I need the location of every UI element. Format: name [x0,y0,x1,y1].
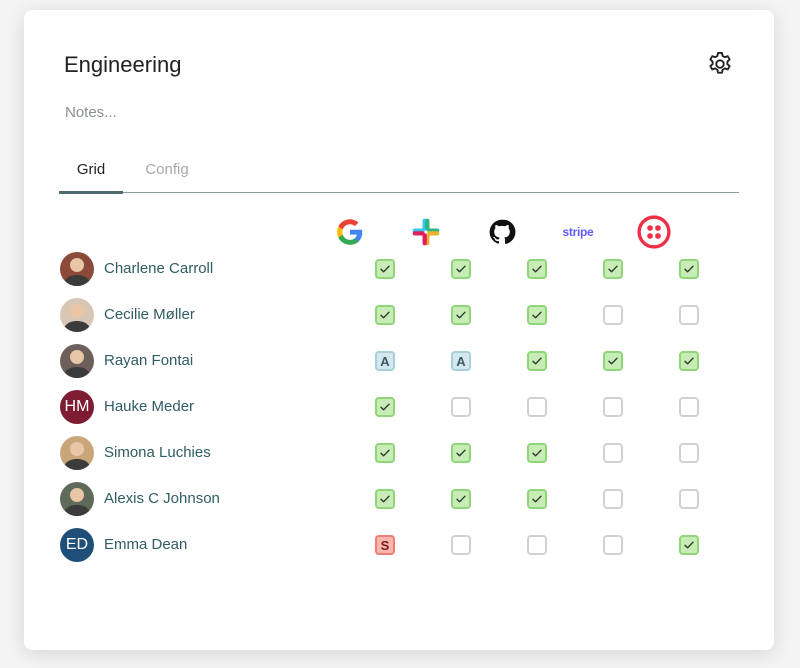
notes-field[interactable]: Notes... [65,104,117,121]
team-title: Engineering [64,52,182,77]
avatar-photo-icon [63,488,91,516]
access-checkbox-checked[interactable] [679,351,699,371]
avatar-photo-icon [63,304,91,332]
user-row: Simona Luchies [60,436,720,476]
avatar [60,252,94,286]
access-checkbox-checked[interactable] [527,443,547,463]
access-checkbox-checked[interactable] [603,351,623,371]
avatar: HM [60,390,94,424]
user-row: HM Hauke Meder [60,390,720,430]
access-checkbox-checked[interactable] [603,259,623,279]
access-checkbox-checked[interactable] [375,259,395,279]
access-checkbox-checked[interactable] [451,259,471,279]
avatar [60,436,94,470]
google-icon [332,214,368,250]
user-name: Hauke Meder [104,398,195,415]
access-checkbox-checked[interactable] [679,259,699,279]
access-checkbox-empty[interactable] [679,443,699,463]
user-name: Rayan Fontai [104,352,194,369]
access-checkbox-empty[interactable] [527,397,547,417]
access-admin-badge[interactable]: A [451,351,471,371]
user-name: Alexis C Johnson [104,490,220,507]
avatar [60,298,94,332]
user-row: Alexis C Johnson [60,482,720,522]
github-icon [484,214,520,250]
avatar [60,482,94,516]
access-checkbox-checked[interactable] [451,305,471,325]
access-checkbox-empty[interactable] [603,535,623,555]
access-admin-badge[interactable]: A [375,351,395,371]
user-row: Cecilie Møller [60,298,720,338]
user-name: Emma Dean [104,536,188,553]
user-name: Cecilie Møller [104,306,195,323]
access-checkbox-empty[interactable] [603,489,623,509]
access-checkbox-checked[interactable] [679,535,699,555]
settings-gear-icon[interactable] [706,50,734,78]
access-checkbox-empty[interactable] [679,397,699,417]
access-checkbox-empty[interactable] [451,397,471,417]
access-checkbox-checked[interactable] [527,489,547,509]
twilio-icon [636,214,672,250]
access-checkbox-checked[interactable] [375,489,395,509]
access-checkbox-empty[interactable] [679,489,699,509]
access-suspended-badge[interactable]: S [375,535,395,555]
avatar-photo-icon [63,258,91,286]
user-row: Charlene Carroll [60,252,720,292]
user-row: Rayan Fontai A A [60,344,720,384]
access-checkbox-empty[interactable] [451,535,471,555]
tab-grid-label: Grid [76,161,106,178]
stripe-icon: stripe [560,214,596,250]
access-checkbox-empty[interactable] [603,443,623,463]
slack-icon [408,214,444,250]
user-name: Simona Luchies [104,444,211,461]
access-checkbox-checked[interactable] [527,259,547,279]
tab-bar: Grid Config [59,158,739,194]
access-checkbox-checked[interactable] [375,397,395,417]
avatar: ED [60,528,94,562]
user-name: Charlene Carroll [104,260,214,277]
access-checkbox-empty[interactable] [527,535,547,555]
access-checkbox-empty[interactable] [603,305,623,325]
access-checkbox-checked[interactable] [375,305,395,325]
access-checkbox-checked[interactable] [527,351,547,371]
tab-grid[interactable]: Grid [59,161,123,194]
team-card: Engineering Notes... Grid Config stripe … [24,10,774,650]
access-checkbox-checked[interactable] [375,443,395,463]
tab-config-label: Config [145,161,189,178]
access-checkbox-empty[interactable] [603,397,623,417]
stripe-wordmark: stripe [562,225,594,239]
avatar [60,344,94,378]
access-checkbox-empty[interactable] [679,305,699,325]
access-checkbox-checked[interactable] [527,305,547,325]
avatar-photo-icon [63,442,91,470]
avatar-photo-icon [63,350,91,378]
tab-config[interactable]: Config [123,161,211,191]
access-checkbox-checked[interactable] [451,489,471,509]
access-checkbox-checked[interactable] [451,443,471,463]
user-row: ED Emma Dean S [60,528,720,568]
